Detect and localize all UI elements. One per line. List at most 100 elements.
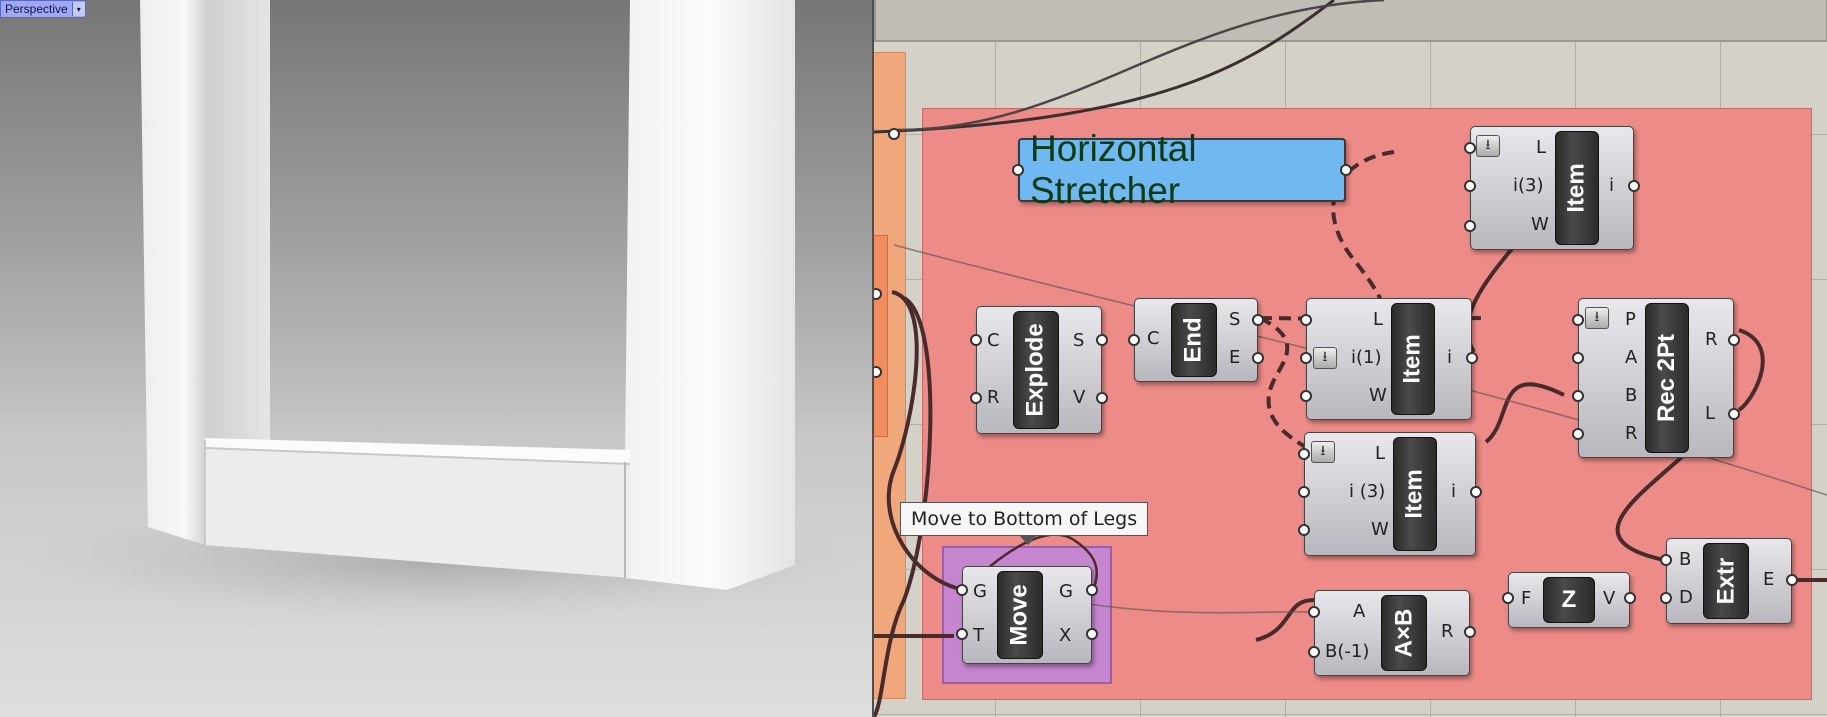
panel-title[interactable]: Horizontal Stretcher <box>1018 128 1346 211</box>
port-label: C <box>987 330 1000 351</box>
port-label: A <box>1625 347 1638 368</box>
viewport-scene <box>20 0 860 620</box>
input-port[interactable] <box>1298 524 1310 536</box>
component-core[interactable]: A×B <box>1381 595 1427 671</box>
flatten-icon[interactable]: ⭳ <box>1311 441 1335 463</box>
input-port[interactable] <box>1464 180 1476 192</box>
port-label: V <box>1073 387 1086 408</box>
port-label: T <box>973 625 984 646</box>
left-leg-inner <box>205 0 270 455</box>
port-label: F <box>1521 588 1532 609</box>
grasshopper-canvas[interactable]: Horizontal Stretcher ⭳ L i(3) W Item i C… <box>874 0 1827 717</box>
input-port[interactable] <box>1308 646 1320 658</box>
component-core[interactable]: Item <box>1393 437 1437 551</box>
list-item-top[interactable]: ⭳ L i(3) W Item i <box>1470 126 1634 250</box>
panel-output-port[interactable] <box>1340 164 1352 176</box>
input-port[interactable] <box>1464 142 1476 154</box>
input-port[interactable] <box>970 392 982 404</box>
component-core[interactable]: Item <box>1555 131 1599 245</box>
flatten-icon[interactable]: ⭳ <box>1476 135 1500 157</box>
output-port[interactable] <box>1086 628 1098 640</box>
output-port[interactable] <box>1470 486 1482 498</box>
extrude-component[interactable]: B D Extr E <box>1666 538 1792 624</box>
end-points-component[interactable]: C End S E <box>1134 298 1258 382</box>
input-port[interactable] <box>1660 554 1672 566</box>
output-port[interactable] <box>1728 408 1740 420</box>
input-port[interactable] <box>1300 314 1312 326</box>
component-core[interactable]: Explode <box>1013 311 1059 429</box>
output-port[interactable] <box>1624 592 1636 604</box>
output-port[interactable] <box>1628 180 1640 192</box>
input-port[interactable] <box>970 334 982 346</box>
component-name: End <box>1180 317 1208 363</box>
component-core[interactable]: Extr <box>1703 543 1749 619</box>
port-label: i <box>1451 481 1457 502</box>
unit-z-component[interactable]: F Z V <box>1508 572 1630 628</box>
input-port[interactable] <box>888 128 900 140</box>
output-port[interactable] <box>1728 334 1740 346</box>
component-name: Item <box>1401 469 1429 519</box>
output-port[interactable] <box>1466 352 1478 364</box>
port-label: W <box>1371 519 1389 540</box>
port-label: B <box>1625 385 1638 406</box>
port-label: S <box>1073 330 1085 351</box>
input-port[interactable] <box>1300 352 1312 364</box>
list-item-low[interactable]: ⭳ L i (3) W Item i <box>1304 432 1476 556</box>
explode-component[interactable]: C R Explode S V <box>976 306 1102 434</box>
input-port[interactable] <box>1572 390 1584 402</box>
input-port[interactable] <box>1464 220 1476 232</box>
port-label: L <box>1705 403 1716 424</box>
group-tooltip: Move to Bottom of Legs <box>900 502 1149 545</box>
port-label: i(3) <box>1513 175 1544 196</box>
component-name: Item <box>1563 163 1591 213</box>
port-label: C <box>1147 328 1160 349</box>
rhino-viewport[interactable]: Perspective ▾ <box>0 0 872 717</box>
component-core[interactable]: End <box>1171 303 1217 377</box>
left-leg <box>140 0 205 545</box>
port-label: B(-1) <box>1325 641 1370 662</box>
viewport-label[interactable]: Perspective ▾ <box>0 0 86 18</box>
input-port[interactable] <box>1308 606 1320 618</box>
input-port[interactable] <box>1298 448 1310 460</box>
list-item-mid[interactable]: ⭳ L i(1) W Item i <box>1306 298 1472 420</box>
input-port[interactable] <box>1298 486 1310 498</box>
port-label: E <box>1229 347 1241 368</box>
input-port[interactable] <box>1128 334 1140 346</box>
output-port[interactable] <box>1252 352 1264 364</box>
component-core[interactable]: Z <box>1543 577 1595 623</box>
output-port[interactable] <box>1096 392 1108 404</box>
flatten-icon[interactable]: ⭳ <box>1313 347 1337 369</box>
component-core[interactable]: Move <box>997 571 1043 659</box>
input-port[interactable] <box>1502 592 1514 604</box>
component-name: Move <box>1006 584 1034 646</box>
panel-input-port[interactable] <box>1012 164 1024 176</box>
output-port[interactable] <box>1786 574 1798 586</box>
multiplication-component[interactable]: A B(-1) A×B R <box>1314 590 1470 676</box>
component-core[interactable]: Item <box>1391 303 1435 415</box>
rectangle-2pt-component[interactable]: ⭳ P A B R Rec 2Pt R L <box>1578 298 1734 458</box>
port-label: P <box>1625 309 1636 330</box>
port-label: R <box>987 387 1000 408</box>
output-port[interactable] <box>1086 584 1098 596</box>
output-port[interactable] <box>1252 314 1264 326</box>
port-label: G <box>1059 581 1073 602</box>
input-port[interactable] <box>1572 352 1584 364</box>
port-label: B <box>1679 549 1692 570</box>
input-port[interactable] <box>1660 592 1672 604</box>
port-label: W <box>1369 385 1387 406</box>
input-port[interactable] <box>1572 428 1584 440</box>
move-component[interactable]: G T Move G X <box>962 566 1092 664</box>
component-core[interactable]: Rec 2Pt <box>1645 303 1689 453</box>
output-port[interactable] <box>1096 334 1108 346</box>
flatten-icon[interactable]: ⭳ <box>1585 307 1609 329</box>
input-port[interactable] <box>956 584 968 596</box>
input-port[interactable] <box>956 628 968 640</box>
input-port[interactable] <box>1300 390 1312 402</box>
input-port[interactable] <box>1572 314 1584 326</box>
port-label: V <box>1603 588 1616 609</box>
port-label: i <box>1609 175 1615 196</box>
viewport-label-text[interactable]: Perspective <box>5 2 68 16</box>
chevron-down-icon[interactable]: ▾ <box>71 2 85 16</box>
panel-title-text: Horizontal Stretcher <box>1030 128 1197 211</box>
output-port[interactable] <box>1464 626 1476 638</box>
